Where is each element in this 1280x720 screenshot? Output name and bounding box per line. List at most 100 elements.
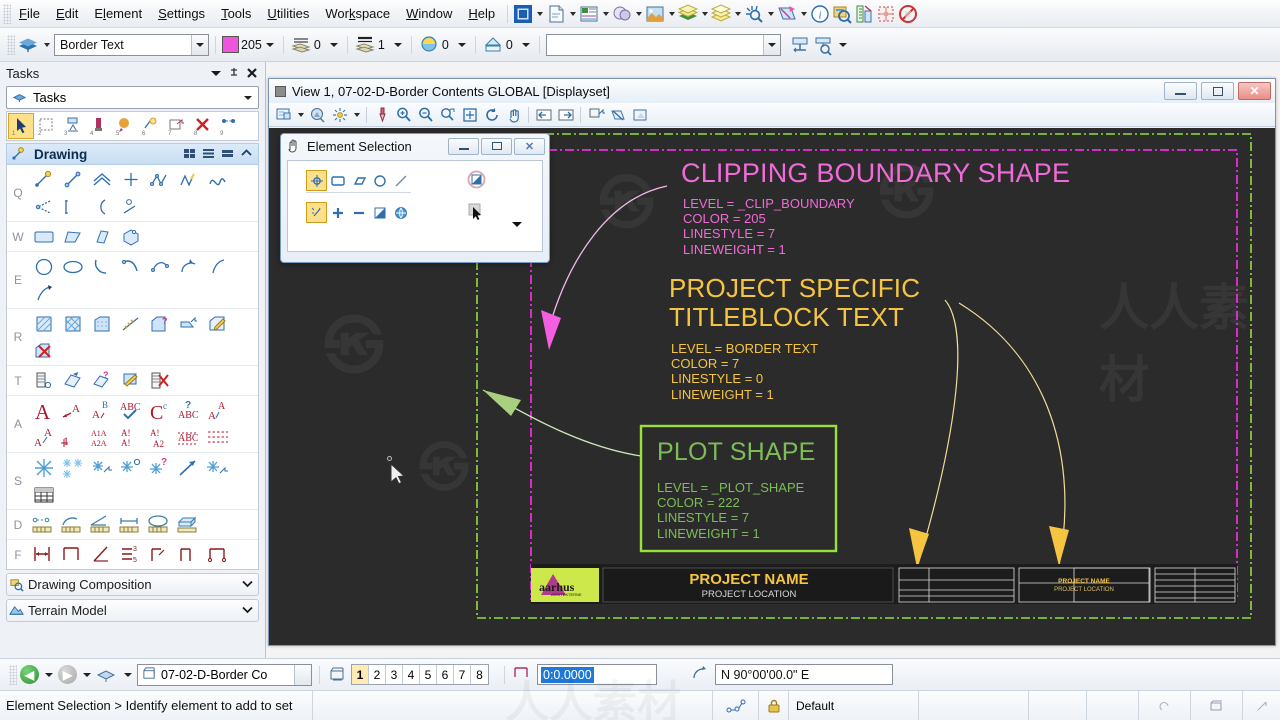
menu-element[interactable]: Element bbox=[86, 2, 150, 25]
model-combo-arrow[interactable] bbox=[294, 664, 311, 685]
element-selection-tool[interactable]: 1 bbox=[8, 113, 34, 139]
level-number-5[interactable]: 5 bbox=[420, 665, 437, 684]
fit-view-icon[interactable] bbox=[459, 104, 480, 125]
copy-increment-text-icon[interactable]: A1A A2A bbox=[87, 424, 116, 451]
active-level-dropdown-arrow[interactable] bbox=[41, 35, 52, 55]
level-number-8[interactable]: 8 bbox=[471, 665, 488, 684]
select-by-attributes-icon[interactable] bbox=[813, 34, 835, 56]
menu-file[interactable]: File bbox=[11, 2, 48, 25]
list-view-icon[interactable] bbox=[201, 146, 217, 162]
modify-arc-angle-icon[interactable] bbox=[203, 253, 232, 280]
place-smartline-copy-tool[interactable]: 3 bbox=[60, 113, 86, 139]
crosshatch-area-icon[interactable] bbox=[58, 310, 87, 337]
color-dropdown-arrow[interactable] bbox=[264, 36, 277, 54]
menu-tools[interactable]: Tools bbox=[213, 2, 259, 25]
level-combo[interactable]: Border Text bbox=[54, 33, 209, 56]
pin-icon[interactable] bbox=[225, 64, 243, 82]
raster-manager-dropdown-arrow[interactable] bbox=[633, 4, 644, 24]
chevron-down-icon[interactable] bbox=[506, 213, 527, 234]
copy-view-icon[interactable] bbox=[585, 104, 606, 125]
edit-tags-icon[interactable] bbox=[58, 367, 87, 394]
attach-tags-icon[interactable] bbox=[29, 367, 58, 394]
subtract-from-selection-icon[interactable] bbox=[348, 202, 369, 223]
pattern-icon[interactable] bbox=[875, 3, 897, 25]
active-level-icon[interactable] bbox=[17, 34, 39, 56]
model-combo[interactable]: 07-02-D-Border Co bbox=[137, 663, 312, 686]
identify-cell-icon[interactable]: ? bbox=[145, 454, 174, 481]
level-number-7[interactable]: 7 bbox=[454, 665, 471, 684]
sidebar-item-drawing-composition[interactable]: Drawing Composition bbox=[6, 573, 259, 596]
menu-help[interactable]: Help bbox=[460, 2, 503, 25]
place-smartline-icon[interactable] bbox=[29, 166, 58, 193]
block-select-icon[interactable] bbox=[327, 170, 348, 191]
clip-volume-dropdown-arrow[interactable] bbox=[798, 4, 809, 24]
place-text-node-icon[interactable]: Cc bbox=[145, 397, 174, 424]
modify-arc-axis-icon[interactable] bbox=[29, 280, 58, 307]
change-attributes-tool[interactable]: 5 bbox=[112, 113, 138, 139]
menu-workspace[interactable]: Workspace bbox=[317, 2, 398, 25]
collapse-icon[interactable] bbox=[239, 146, 255, 162]
view-next-icon[interactable] bbox=[555, 104, 576, 125]
dimension-angular-icon[interactable] bbox=[87, 541, 116, 568]
display-style-icon[interactable] bbox=[307, 104, 328, 125]
close-button[interactable]: ✕ bbox=[1238, 82, 1271, 100]
move-element-tool[interactable]: 7 bbox=[164, 113, 190, 139]
element-info-icon[interactable]: i bbox=[809, 3, 831, 25]
dimension-radial-icon[interactable] bbox=[145, 541, 174, 568]
replace-cells-icon[interactable] bbox=[203, 454, 232, 481]
search-combo[interactable] bbox=[545, 33, 781, 56]
menu-utilities[interactable]: Utilities bbox=[259, 2, 317, 25]
tasks-selector-combo[interactable]: Tasks bbox=[6, 86, 259, 109]
measure-volume-icon[interactable] bbox=[174, 511, 203, 538]
angle-field[interactable]: N 90°00'00.0" E bbox=[715, 664, 893, 685]
clip-mask-icon[interactable] bbox=[629, 104, 650, 125]
place-circle-icon[interactable] bbox=[29, 253, 58, 280]
place-block-icon[interactable] bbox=[29, 223, 58, 250]
place-active-line-terminator-icon[interactable] bbox=[174, 454, 203, 481]
view-groups-dropdown-arrow[interactable] bbox=[534, 4, 545, 24]
measure-distance-icon[interactable] bbox=[29, 511, 58, 538]
place-line-icon[interactable] bbox=[58, 166, 87, 193]
status-cell-1[interactable] bbox=[918, 690, 1028, 720]
chevron-down-icon[interactable] bbox=[207, 64, 225, 82]
fence-tool[interactable]: 2 bbox=[34, 113, 60, 139]
place-shape-icon[interactable] bbox=[58, 223, 87, 250]
update-view-icon[interactable] bbox=[371, 104, 392, 125]
sidebar-item-terrain-model[interactable]: Terrain Model bbox=[6, 599, 259, 622]
references-icon[interactable] bbox=[578, 3, 600, 25]
search-input[interactable] bbox=[551, 36, 763, 53]
match-text-attributes-icon[interactable]: AA bbox=[203, 397, 232, 424]
dimension-linear-icon[interactable] bbox=[58, 541, 87, 568]
hatch-area-icon[interactable] bbox=[29, 310, 58, 337]
measure-distance-tool[interactable]: 4 bbox=[86, 113, 112, 139]
tasks-nav-icon[interactable] bbox=[96, 664, 118, 686]
point-cloud-icon[interactable] bbox=[644, 3, 666, 25]
transparency-icon[interactable] bbox=[418, 34, 440, 56]
drawing-section-header[interactable]: Drawing bbox=[6, 143, 259, 165]
modify-arc-radius-icon[interactable] bbox=[174, 253, 203, 280]
menu-grip[interactable] bbox=[3, 3, 11, 24]
tasks-selector-arrow[interactable] bbox=[238, 96, 258, 100]
dimension-ordinate-icon[interactable]: 35 bbox=[116, 541, 145, 568]
place-active-cell-icon[interactable] bbox=[29, 454, 58, 481]
window-area-icon[interactable] bbox=[437, 104, 458, 125]
attrbar-grip[interactable] bbox=[7, 34, 15, 55]
lineweight-dropdown-arrow[interactable] bbox=[392, 36, 405, 54]
levels-icon[interactable] bbox=[677, 3, 699, 25]
view-previous-icon[interactable] bbox=[533, 104, 554, 125]
place-orthogonal-shape-icon[interactable] bbox=[87, 223, 116, 250]
maximize-button[interactable] bbox=[481, 137, 512, 155]
select-by-attributes-dropdown-arrow[interactable] bbox=[837, 36, 850, 54]
close-icon[interactable] bbox=[243, 64, 261, 82]
analyze-element-icon[interactable] bbox=[831, 3, 853, 25]
cell-table-icon[interactable] bbox=[29, 481, 58, 508]
copy-enter-data-fields-icon[interactable]: ABC bbox=[174, 424, 203, 451]
coordinate-field[interactable]: 0:0.0000 bbox=[537, 664, 657, 685]
clip-volume-icon[interactable] bbox=[776, 3, 798, 25]
delete-pattern-icon[interactable] bbox=[29, 337, 58, 364]
change-text-attributes-icon[interactable]: AA bbox=[29, 424, 58, 451]
measure-radius-icon[interactable] bbox=[58, 511, 87, 538]
measure-icon[interactable] bbox=[853, 3, 875, 25]
show-pattern-attributes-icon[interactable]: ? bbox=[145, 310, 174, 337]
color-swatch[interactable] bbox=[222, 36, 239, 53]
